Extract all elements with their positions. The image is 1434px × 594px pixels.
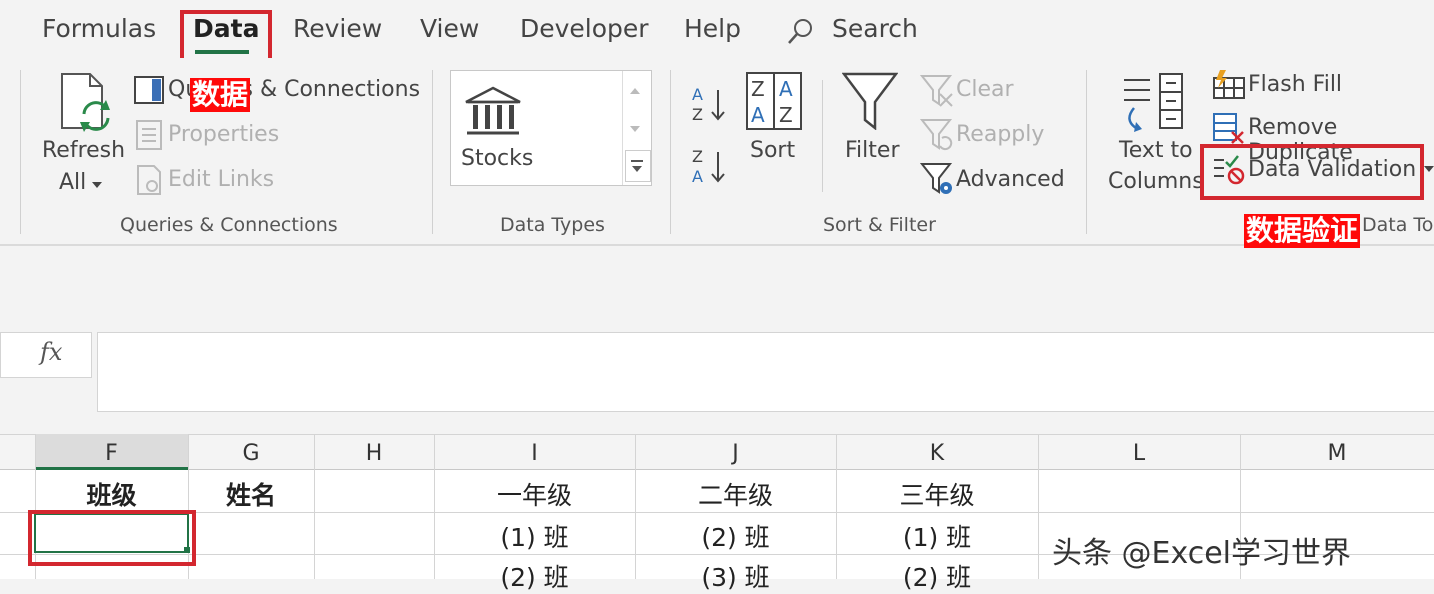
grid-line: [1038, 434, 1039, 579]
cell-i-class[interactable]: (2) 班: [434, 558, 635, 594]
sort-button[interactable]: Sort: [750, 138, 795, 163]
tab-view[interactable]: View: [420, 14, 479, 43]
cell-f-header[interactable]: 班级: [35, 476, 188, 512]
sort-z-to-a-icon[interactable]: ZA: [690, 146, 730, 186]
tab-review[interactable]: Review: [293, 14, 382, 43]
gallery-expand-icon: [632, 166, 642, 172]
filter-icon[interactable]: [842, 72, 898, 130]
cell-k-grade[interactable]: 三年级: [836, 476, 1038, 512]
text-to-columns-button[interactable]: Text to: [1119, 138, 1193, 163]
column-header-m[interactable]: M: [1240, 438, 1434, 470]
validation-cn-annotation: 数据验证: [1244, 214, 1361, 248]
column-header-h[interactable]: H: [314, 438, 434, 470]
cell-g-header[interactable]: 姓名: [188, 476, 314, 512]
stocks-icon[interactable]: [464, 86, 522, 138]
svg-text:Z: Z: [692, 147, 703, 166]
clear-button[interactable]: Clear: [956, 77, 1014, 102]
stocks-button[interactable]: Stocks: [461, 146, 533, 171]
flash-fill-icon[interactable]: [1212, 70, 1246, 100]
svg-text:A: A: [692, 167, 703, 186]
properties-icon: [136, 120, 162, 150]
sort-filter-group-label: Sort & Filter: [823, 214, 936, 236]
cell-j-grade[interactable]: 二年级: [635, 476, 836, 512]
refresh-all-icon[interactable]: [56, 70, 116, 136]
selected-cell-highlight: [28, 510, 196, 566]
data-tools-group-label: Data To: [1362, 214, 1434, 236]
refresh-all-button[interactable]: Refresh: [42, 138, 125, 163]
grid-line: [0, 512, 1434, 513]
advanced-button[interactable]: Advanced: [956, 167, 1065, 192]
cell-k-class[interactable]: (2) 班: [836, 558, 1038, 594]
column-header-l[interactable]: L: [1038, 438, 1240, 470]
chevron-down-icon[interactable]: [92, 182, 102, 188]
remove-duplicates-icon[interactable]: [1212, 112, 1246, 144]
fx-icon: fx: [40, 338, 63, 366]
queries-connections-group-label: Queries & Connections: [120, 214, 338, 236]
cell-j-class[interactable]: (3) 班: [635, 558, 836, 594]
svg-text:Z: Z: [751, 77, 765, 101]
flash-fill-button[interactable]: Flash Fill: [1248, 72, 1342, 97]
tab-developer[interactable]: Developer: [520, 14, 649, 43]
column-header-g[interactable]: G: [188, 438, 314, 470]
svg-text:Z: Z: [692, 105, 703, 124]
grid-line: [314, 434, 315, 579]
queries-connections-icon[interactable]: [134, 76, 164, 104]
edit-links-button[interactable]: Edit Links: [168, 167, 274, 192]
gallery-expand-icon-bar: [631, 160, 643, 162]
text-to-columns-label-line2[interactable]: Columns: [1108, 169, 1204, 194]
clear-filter-icon: [920, 74, 954, 108]
gallery-scroll-divider: [622, 71, 623, 185]
search-icon[interactable]: [786, 16, 816, 46]
edit-links-icon: [136, 164, 164, 196]
filter-button[interactable]: Filter: [845, 138, 899, 163]
column-header-i[interactable]: I: [434, 438, 635, 470]
refresh-all-label-line2[interactable]: All: [59, 170, 86, 195]
reapply-icon: [920, 118, 954, 152]
gallery-down-icon[interactable]: [630, 126, 640, 132]
cell-i-grade[interactable]: 一年级: [434, 476, 635, 512]
group-separator: [670, 70, 671, 234]
data-cn-annotation: 数据: [190, 78, 251, 112]
svg-text:Z: Z: [779, 103, 793, 127]
svg-text:A: A: [751, 103, 765, 127]
column-header-j[interactable]: J: [635, 438, 836, 470]
reapply-button[interactable]: Reapply: [956, 122, 1044, 147]
cell-i-class[interactable]: (1) 班: [434, 518, 635, 554]
watermark: 头条 @Excel学习世界: [1052, 536, 1352, 571]
svg-text:A: A: [779, 77, 793, 101]
sort-icon[interactable]: ZAAZ: [746, 72, 802, 130]
cell-j-class[interactable]: (2) 班: [635, 518, 836, 554]
formula-input[interactable]: [97, 332, 1434, 412]
cell-k-class[interactable]: (1) 班: [836, 518, 1038, 554]
group-separator: [20, 70, 21, 234]
search-box[interactable]: Search: [832, 14, 918, 43]
data-validation-dropdown-icon[interactable]: [1424, 166, 1434, 172]
data-types-group-label: Data Types: [500, 214, 605, 236]
text-to-columns-icon[interactable]: [1120, 72, 1186, 134]
tab-help[interactable]: Help: [684, 14, 741, 43]
column-header-k[interactable]: K: [836, 438, 1038, 470]
advanced-filter-icon[interactable]: [920, 162, 954, 196]
properties-button[interactable]: Properties: [168, 122, 279, 147]
column-header-f[interactable]: F: [35, 438, 188, 470]
gallery-up-icon[interactable]: [630, 88, 640, 94]
group-separator: [432, 70, 433, 234]
sort-a-to-z-icon[interactable]: AZ: [690, 84, 730, 124]
data-validation-highlight: [1200, 144, 1424, 200]
group-separator: [1086, 70, 1087, 234]
tab-formulas[interactable]: Formulas: [42, 14, 156, 43]
svg-text:A: A: [692, 85, 703, 104]
sort-filter-divider: [822, 80, 823, 192]
